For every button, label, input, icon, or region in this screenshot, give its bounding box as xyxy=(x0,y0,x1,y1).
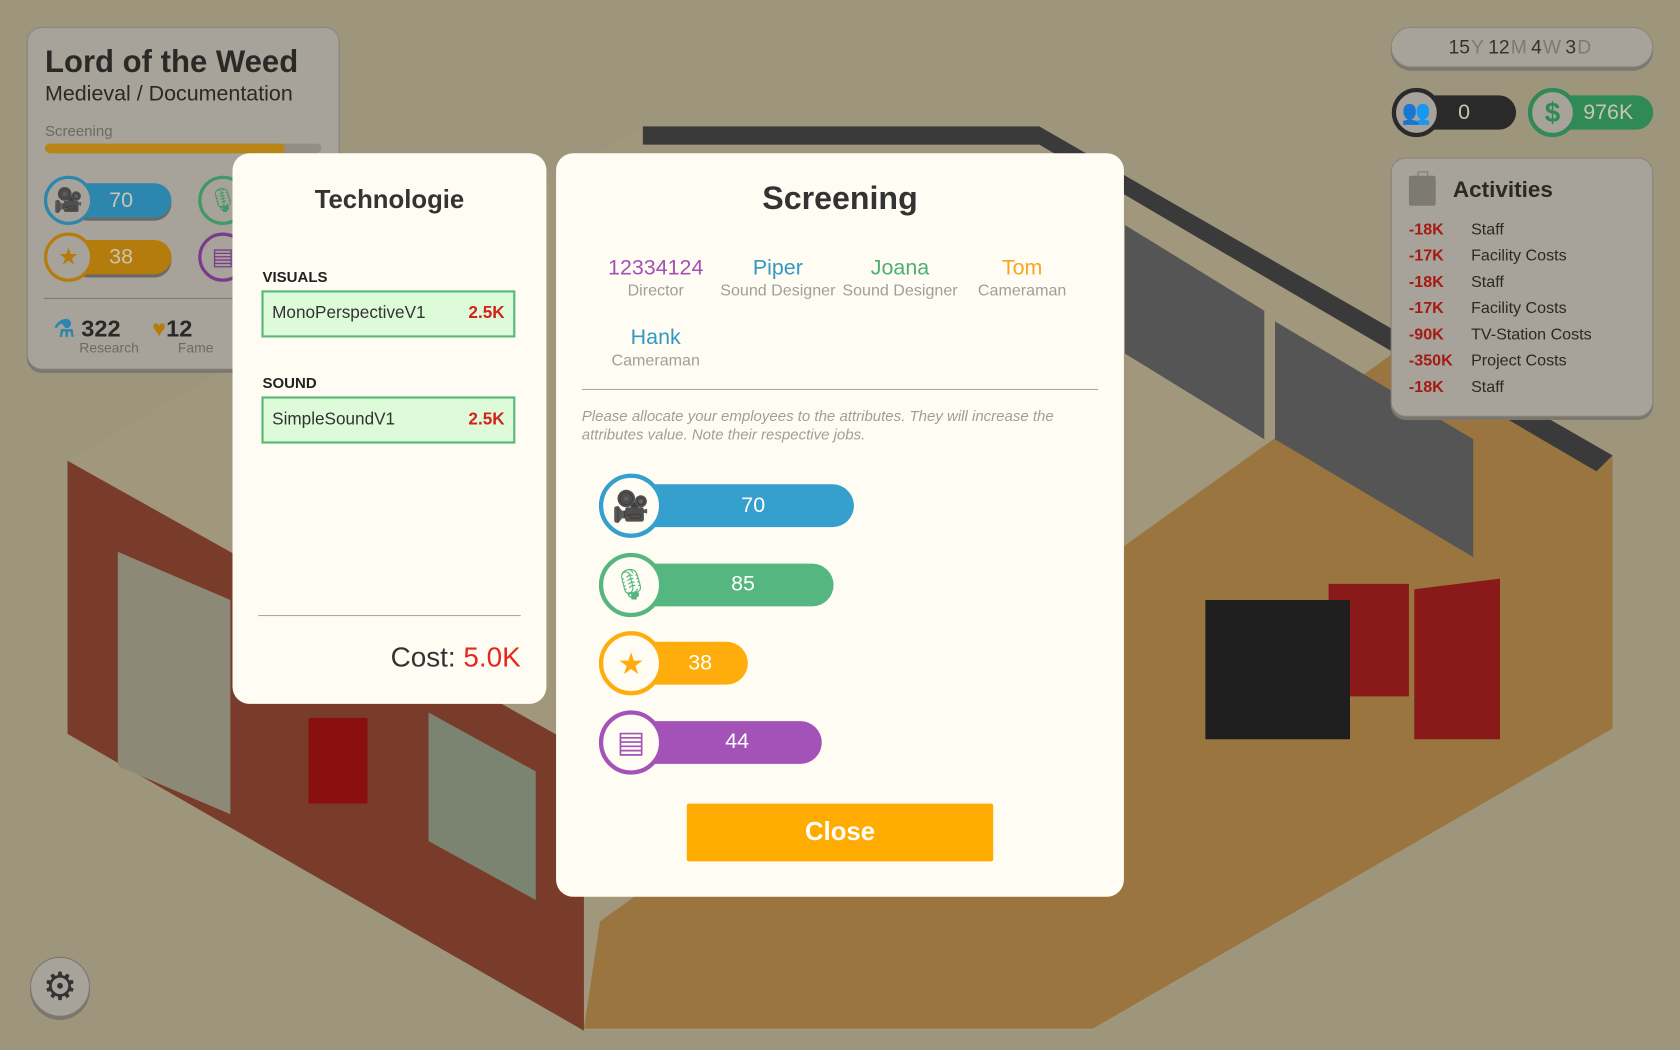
allocation-hint: Please allocate your employees to the at… xyxy=(581,407,1054,443)
star-icon: ★ xyxy=(598,631,664,696)
total-cost: Cost: 5.0K xyxy=(390,640,521,673)
project-phase: Screening xyxy=(45,122,113,140)
screening-title: Screening xyxy=(762,181,918,217)
dollar-icon: $ xyxy=(1527,87,1578,138)
screening-dialog: Screening 12334124 Director Piper Sound Des… xyxy=(556,153,1124,897)
activity-item: -90K TV-Station Costs xyxy=(1408,325,1592,344)
star-icon: ★ xyxy=(43,232,94,282)
activities-title: Activities xyxy=(1452,177,1553,203)
visuals-tech-item[interactable]: MonoPerspectiveV1 2.5K xyxy=(261,290,516,338)
close-button[interactable]: Close xyxy=(686,803,994,862)
employee-card[interactable]: Joana Sound Designer xyxy=(839,256,961,302)
fame-stat: ♥12 Fame xyxy=(152,315,214,356)
flask-icon: ⚗ xyxy=(53,315,75,342)
camera-icon: 🎥 xyxy=(598,473,664,538)
activity-item: -18K Staff xyxy=(1408,220,1504,239)
employee-card[interactable]: 12334124 Director xyxy=(595,256,717,302)
activity-item: -17K Facility Costs xyxy=(1408,299,1567,318)
settings-button[interactable]: ⚙ xyxy=(30,956,91,1017)
project-title: Lord of the Weed xyxy=(45,45,299,80)
clipboard-icon xyxy=(1408,171,1436,206)
project-progress-bar xyxy=(45,143,322,154)
sound-tech-item[interactable]: SimpleSoundV1 2.5K xyxy=(261,396,516,444)
employee-card[interactable]: Hank Cameraman xyxy=(595,326,717,372)
gear-icon: ⚙ xyxy=(42,964,78,1009)
activities-panel: Activities -18K Staff -17K Facility Costs -1… xyxy=(1390,157,1654,417)
activity-item: -18K Staff xyxy=(1408,272,1504,292)
sound-label: SOUND xyxy=(262,373,317,392)
technology-title: Technologie xyxy=(314,185,465,215)
employee-card[interactable]: Piper Sound Designer xyxy=(717,256,839,302)
research-stat: ⚗ 322 Research xyxy=(53,315,139,356)
activity-item: -17K Facility Costs xyxy=(1408,246,1567,265)
fans-icon: 👥 xyxy=(1391,87,1442,138)
visuals-label: VISUALS xyxy=(262,267,328,286)
activity-item: -18K Staff xyxy=(1408,377,1504,397)
activity-item: -350K Project Costs xyxy=(1408,351,1567,370)
employee-card[interactable]: Tom Cameraman xyxy=(961,256,1083,302)
microphone-icon: 🎙 xyxy=(598,552,664,617)
date-display: 15 Y 12 M 4W 3D xyxy=(1390,26,1654,68)
notebook-icon: ▤ xyxy=(598,709,664,775)
camera-icon: 🎥 xyxy=(43,175,94,226)
heart-icon: ♥ xyxy=(152,315,167,342)
technology-dialog: Technologie VISUALS MonoPerspectiveV1 2.5… xyxy=(232,153,547,704)
project-genre: Medieval / Documentation xyxy=(45,82,293,107)
